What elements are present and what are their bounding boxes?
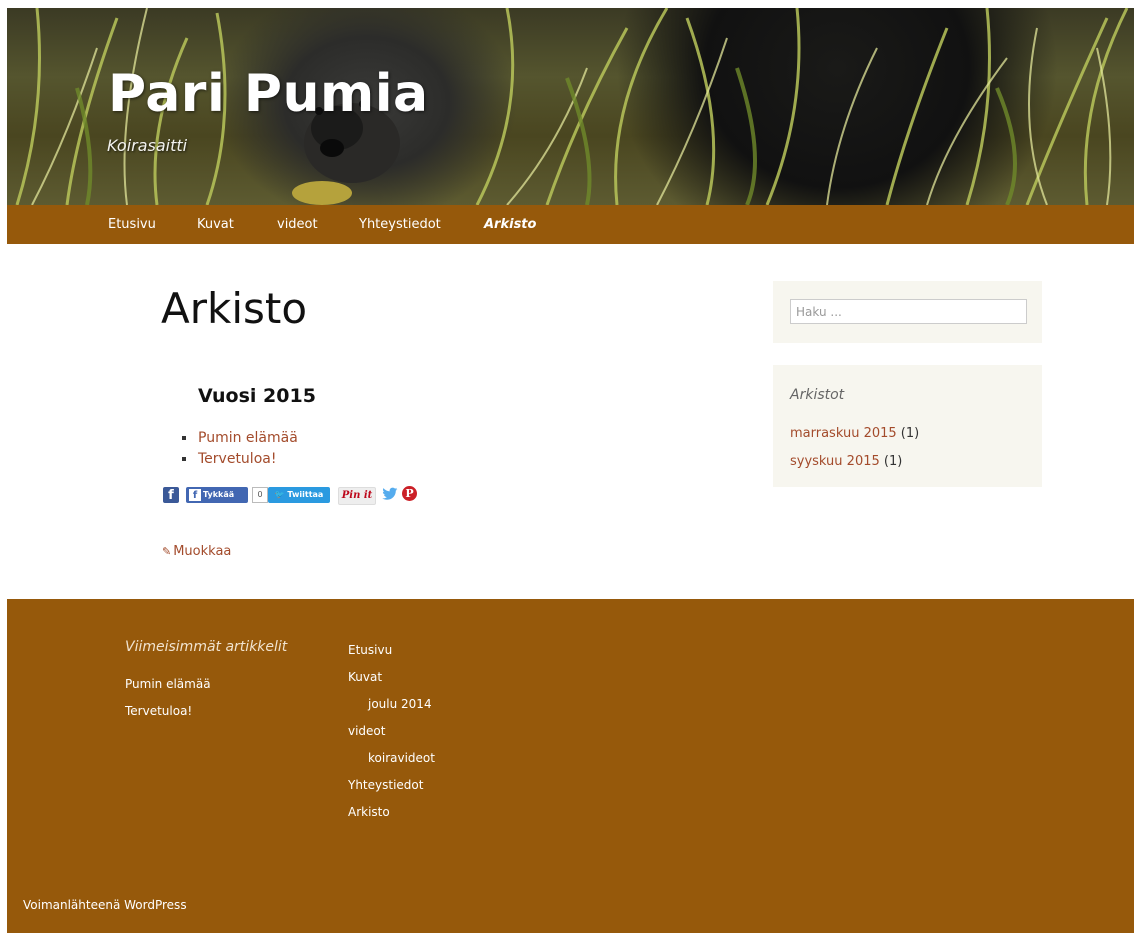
site-title[interactable]: Pari Pumia bbox=[108, 64, 429, 124]
archive-list: marraskuu 2015 (1) syyskuu 2015 (1) bbox=[790, 420, 919, 476]
footer-menu-videot[interactable]: videot bbox=[348, 718, 435, 745]
tweet-label: Twiittaa bbox=[287, 490, 324, 499]
archive-count: (1) bbox=[883, 454, 903, 469]
archive-link-syyskuu-2015[interactable]: syyskuu 2015 bbox=[790, 454, 880, 469]
archive-item: marraskuu 2015 (1) bbox=[790, 420, 919, 448]
nav-item-etusivu[interactable]: Etusivu bbox=[108, 217, 156, 232]
edit-label: Muokkaa bbox=[173, 544, 232, 559]
footer-menu-arkisto[interactable]: Arkisto bbox=[348, 799, 435, 826]
archive-link-marraskuu-2015[interactable]: marraskuu 2015 bbox=[790, 426, 897, 441]
year-heading: Vuosi 2015 bbox=[198, 385, 316, 407]
facebook-small-icon: f bbox=[189, 489, 201, 501]
edit-link[interactable]: ✎ Muokkaa bbox=[162, 544, 231, 559]
archives-title: Arkistot bbox=[790, 387, 845, 403]
recent-post-link[interactable]: Pumin elämää bbox=[125, 671, 211, 698]
nav-item-arkisto[interactable]: Arkisto bbox=[484, 217, 536, 232]
nav-item-videot[interactable]: videot bbox=[277, 217, 318, 232]
page-title: Arkisto bbox=[161, 284, 308, 333]
powered-by-link[interactable]: Voimanlähteenä WordPress bbox=[23, 898, 187, 912]
footer-menu-etusivu[interactable]: Etusivu bbox=[348, 637, 435, 664]
footer-menu-koiravideot[interactable]: koiravideot bbox=[348, 745, 435, 772]
recent-post-link[interactable]: Tervetuloa! bbox=[125, 698, 211, 725]
pin-it-button[interactable]: Pin it bbox=[338, 487, 376, 505]
twitter-bird-icon: 🐦 bbox=[274, 490, 285, 499]
post-link-tervetuloa[interactable]: Tervetuloa! bbox=[180, 449, 298, 470]
archive-count: (1) bbox=[900, 426, 920, 441]
tweet-button[interactable]: 🐦 Twiittaa bbox=[268, 487, 330, 503]
footer-menu: Etusivu Kuvat joulu 2014 videot koiravid… bbox=[348, 637, 435, 826]
recent-posts-title: Viimeisimmät artikkelit bbox=[125, 639, 288, 655]
search-input[interactable] bbox=[790, 299, 1027, 324]
archive-item: syyskuu 2015 (1) bbox=[790, 448, 919, 476]
main-nav: Etusivu Kuvat videot Yhteystiedot Arkist… bbox=[7, 205, 1134, 244]
nav-item-yhteystiedot[interactable]: Yhteystiedot bbox=[359, 217, 441, 232]
header-banner: Pari Pumia Koirasaitti bbox=[7, 8, 1134, 205]
facebook-like-label: Tykkää bbox=[203, 490, 235, 499]
post-list: Pumin elämää Tervetuloa! bbox=[180, 428, 298, 470]
footer-menu-kuvat[interactable]: Kuvat bbox=[348, 664, 435, 691]
facebook-like-button[interactable]: f Tykkää bbox=[186, 487, 248, 503]
recent-posts-list: Pumin elämää Tervetuloa! bbox=[125, 671, 211, 725]
facebook-icon[interactable]: f bbox=[163, 487, 179, 503]
post-link-pumin-elamaa[interactable]: Pumin elämää bbox=[180, 428, 298, 449]
pinterest-icon[interactable]: P bbox=[402, 486, 417, 501]
site-footer: Viimeisimmät artikkelit Pumin elämää Ter… bbox=[7, 599, 1134, 933]
footer-menu-joulu-2014[interactable]: joulu 2014 bbox=[348, 691, 435, 718]
like-count: 0 bbox=[252, 487, 268, 503]
archives-widget: Arkistot marraskuu 2015 (1) syyskuu 2015… bbox=[773, 365, 1042, 487]
twitter-icon[interactable] bbox=[382, 486, 398, 502]
nav-item-kuvat[interactable]: Kuvat bbox=[197, 217, 234, 232]
search-widget bbox=[773, 281, 1042, 343]
site-tagline: Koirasaitti bbox=[107, 136, 188, 155]
footer-menu-yhteystiedot[interactable]: Yhteystiedot bbox=[348, 772, 435, 799]
pencil-icon: ✎ bbox=[162, 545, 172, 558]
